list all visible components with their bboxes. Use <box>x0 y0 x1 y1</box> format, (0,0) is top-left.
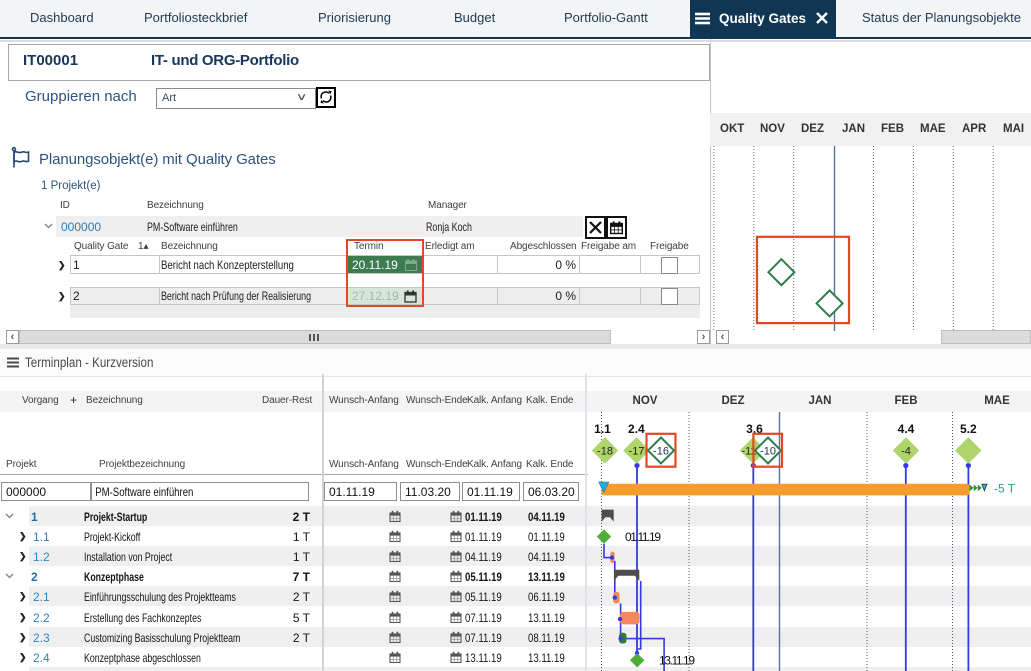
svg-text:FEB: FEB <box>895 395 918 407</box>
svg-text:-10: -10 <box>760 446 776 458</box>
svg-text:4.4: 4.4 <box>898 422 915 436</box>
svg-text:-4: -4 <box>901 446 911 458</box>
svg-text:-16: -16 <box>653 446 669 458</box>
svg-text:MAE: MAE <box>984 395 1010 407</box>
svg-text:1.1: 1.1 <box>594 422 611 436</box>
svg-text:01.11.19: 01.11.19 <box>625 530 661 544</box>
svg-text:2.4: 2.4 <box>628 422 645 436</box>
svg-text:-17: -17 <box>629 446 645 458</box>
svg-text:13.11.19: 13.11.19 <box>659 654 695 668</box>
svg-text:-5 T: -5 T <box>994 482 1016 496</box>
svg-text:5.2: 5.2 <box>960 422 977 436</box>
svg-text:-18: -18 <box>597 446 613 458</box>
svg-text:NOV: NOV <box>633 395 658 407</box>
svg-text:JAN: JAN <box>808 395 831 407</box>
svg-text:DEZ: DEZ <box>722 395 745 407</box>
